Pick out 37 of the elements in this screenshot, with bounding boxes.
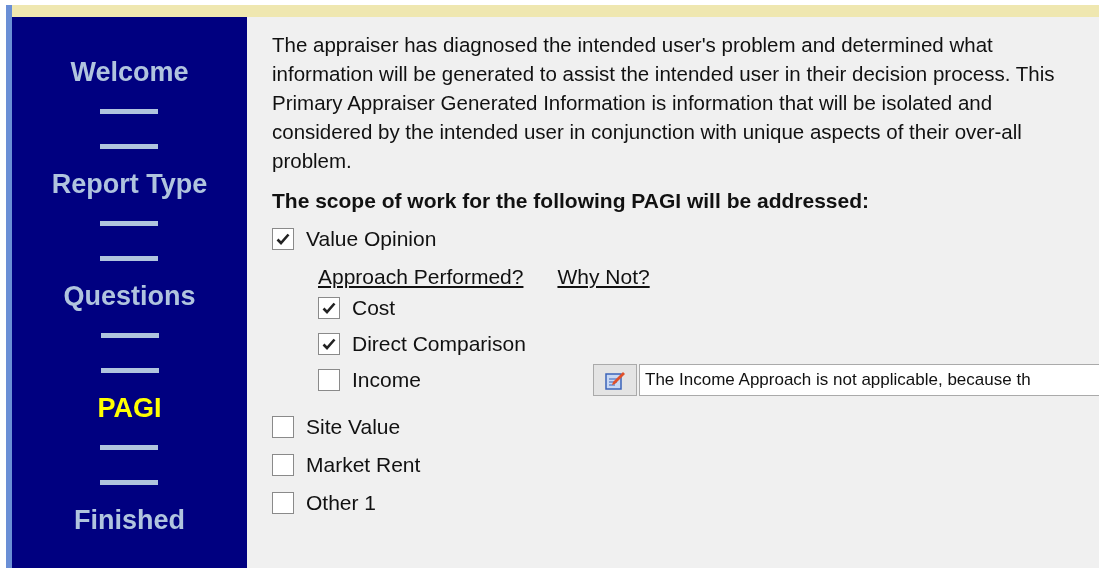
checkmark-icon xyxy=(322,302,336,314)
step-connector xyxy=(100,333,159,338)
option-label: Value Opinion xyxy=(306,226,437,252)
step-label[interactable]: Questions xyxy=(63,279,196,313)
approach-label: Income xyxy=(352,367,421,393)
step-label[interactable]: Finished xyxy=(74,503,185,537)
option-label: Market Rent xyxy=(306,452,421,478)
step-label[interactable]: PAGI xyxy=(97,391,162,425)
approach-label: Direct Comparison xyxy=(352,331,526,357)
column-header: Approach Performed? xyxy=(318,264,524,290)
step-connector xyxy=(100,445,159,450)
step-connector xyxy=(100,256,159,261)
approach-label: Cost xyxy=(352,295,396,321)
intro-paragraph: The appraiser has diagnosed the intended user's problem and determined what information will be generated to assist the intended user in their decision process. This Primary Appraiser Generated Information is information that will be isolated and considered by the intended user in conjunction with unique aspects of their over-all problem. xyxy=(272,32,1056,174)
checkbox[interactable] xyxy=(272,416,294,438)
step-connector xyxy=(100,144,159,149)
checkbox[interactable] xyxy=(272,492,294,514)
step-label[interactable]: Report Type xyxy=(51,167,208,201)
checkmark-icon xyxy=(322,338,336,350)
checkbox[interactable] xyxy=(318,333,340,355)
checkmark-icon xyxy=(276,233,290,245)
edit-button[interactable] xyxy=(593,364,637,396)
column-header: Why Not? xyxy=(557,264,650,290)
step-connector xyxy=(100,480,159,485)
checkbox[interactable] xyxy=(318,297,340,319)
step-connector xyxy=(100,221,159,226)
scope-heading: The scope of work for the following PAGI will be addressed: xyxy=(272,188,870,214)
checkbox[interactable] xyxy=(272,454,294,476)
notepad-pencil-icon xyxy=(604,370,626,390)
reason-field[interactable]: The Income Approach is not applicable, because th xyxy=(639,364,1099,396)
option-label: Other 1 xyxy=(306,490,377,516)
checkbox[interactable] xyxy=(272,228,294,250)
checkbox[interactable] xyxy=(318,369,340,391)
step-connector xyxy=(100,109,159,114)
option-label: Site Value xyxy=(306,414,401,440)
step-label[interactable]: Welcome xyxy=(70,55,189,89)
step-connector xyxy=(100,368,159,373)
